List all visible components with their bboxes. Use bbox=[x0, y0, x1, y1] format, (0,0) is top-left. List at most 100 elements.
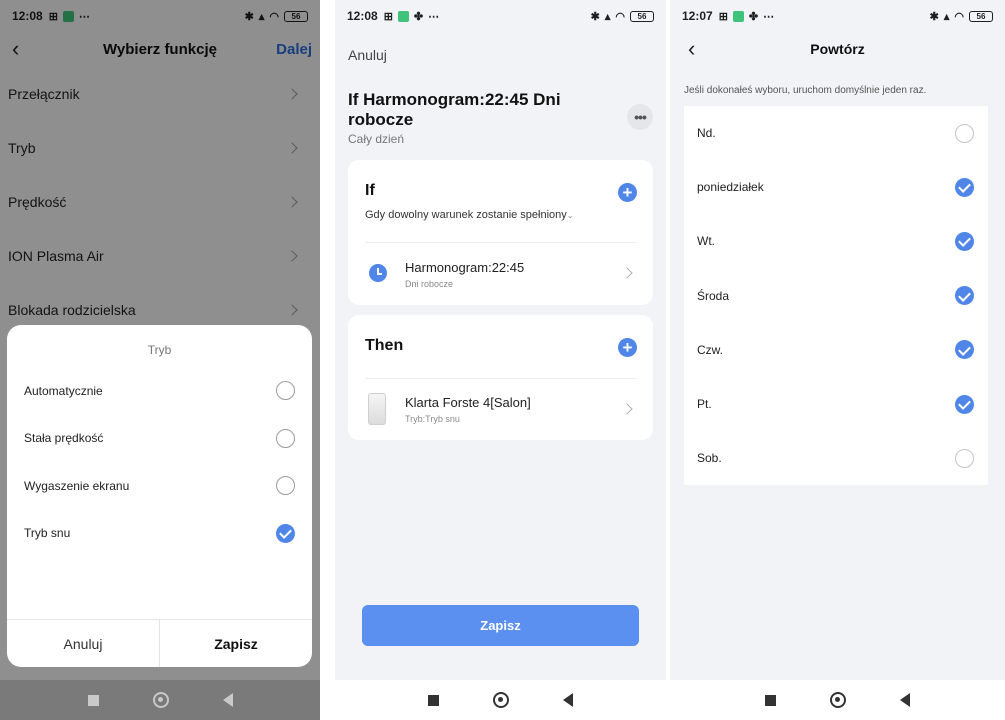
status-icons: ✱ ▴ ◠ 56 bbox=[591, 10, 654, 23]
day-row-tuesday[interactable]: Wt. bbox=[684, 214, 988, 268]
day-row-thursday[interactable]: Czw. bbox=[684, 323, 988, 377]
radio-unchecked-icon[interactable] bbox=[276, 428, 295, 448]
system-nav-bar bbox=[0, 680, 320, 720]
day-label: Pt. bbox=[697, 397, 712, 412]
signal-icon: ▴ bbox=[943, 10, 950, 23]
recents-icon[interactable] bbox=[428, 694, 439, 706]
option-label: Wygaszenie ekranu bbox=[24, 478, 130, 493]
checkbox-checked-icon[interactable] bbox=[955, 394, 974, 414]
chevron-down-icon: ⌄ bbox=[566, 211, 574, 220]
cancel-button[interactable]: Anuluj bbox=[7, 620, 159, 667]
mode-option-auto[interactable]: Automatycznie bbox=[7, 367, 312, 415]
day-label: Wt. bbox=[697, 234, 715, 249]
condition-mode-dropdown[interactable]: Gdy dowolny warunek zostanie spełniony⌄ bbox=[365, 209, 573, 221]
day-label: poniedziałek bbox=[697, 180, 764, 195]
clock-icon bbox=[369, 264, 387, 282]
checkbox-checked-icon[interactable] bbox=[955, 177, 974, 197]
more-options-button[interactable]: ••• bbox=[627, 104, 653, 130]
more-dots-icon: ⋯ bbox=[428, 10, 440, 23]
system-nav-bar bbox=[335, 680, 666, 720]
save-button[interactable]: Zapisz bbox=[159, 620, 312, 667]
radio-unchecked-icon[interactable] bbox=[276, 476, 295, 496]
automation-editor-screen: 12:08 ⊞ ✤ ⋯ ✱ ▴ ◠ 56 Anuluj If Harmonogram:22… bbox=[335, 0, 666, 720]
checkbox-checked-icon[interactable] bbox=[955, 231, 974, 251]
action-title: Klarta Forste 4[Salon] bbox=[405, 395, 531, 410]
function-picker-screen: 12:08 ⊞ ⋯ ✱ ▴ ◠ 56 ‹ Wybierz funkcję Dalej P… bbox=[0, 0, 320, 720]
notification-icons: ⊞ ✤ ⋯ bbox=[384, 10, 439, 23]
scene-subtitle: Cały dzień bbox=[348, 132, 405, 146]
mode-bottom-sheet: Tryb Automatycznie Stała prędkość Wygasz… bbox=[7, 325, 312, 667]
days-list: Nd. poniedziałek Wt. Środa Czw. Pt. Sob. bbox=[684, 106, 988, 485]
shield-icon bbox=[397, 10, 409, 22]
mode-options: Automatycznie Stała prędkość Wygaszenie … bbox=[7, 367, 312, 557]
mode-option-screen-off[interactable]: Wygaszenie ekranu bbox=[7, 462, 312, 510]
option-label: Stała prędkość bbox=[24, 431, 104, 446]
action-row[interactable]: Klarta Forste 4[Salon] Tryb:Tryb snu bbox=[348, 379, 653, 439]
sheet-footer: Anuluj Zapisz bbox=[7, 619, 312, 667]
header: ‹ Powtórz bbox=[670, 32, 1005, 66]
air-purifier-icon bbox=[368, 393, 386, 425]
condition-row[interactable]: Harmonogram:22:45 Dni robocze bbox=[348, 243, 653, 303]
then-card: Then + Klarta Forste 4[Salon] Tryb:Tryb … bbox=[348, 315, 653, 440]
repeat-screen: 12:07 ⊞ ✤ ⋯ ✱ ▴ ◠ 56 ‹ Powtórz Jeśli dokonałe… bbox=[670, 0, 1005, 720]
option-label: Automatycznie bbox=[24, 383, 103, 398]
condition-title: Harmonogram:22:45 bbox=[405, 260, 525, 275]
page-title: Powtórz bbox=[810, 41, 865, 57]
day-row-monday[interactable]: poniedziałek bbox=[684, 160, 988, 214]
add-action-button[interactable]: + bbox=[618, 338, 637, 357]
battery-icon: 56 bbox=[630, 10, 654, 22]
status-icons: ✱ ▴ ◠ 56 bbox=[930, 10, 993, 23]
wifi-icon: ◠ bbox=[954, 10, 964, 23]
day-label: Sob. bbox=[697, 451, 722, 466]
fan-icon: ✤ bbox=[748, 10, 759, 23]
back-triangle-icon[interactable] bbox=[222, 693, 233, 707]
back-icon[interactable]: ‹ bbox=[688, 38, 695, 60]
grid-icon: ⊞ bbox=[383, 10, 393, 23]
more-dots-icon: ⋯ bbox=[763, 10, 775, 23]
bluetooth-icon: ✱ bbox=[929, 10, 939, 23]
cancel-link[interactable]: Anuluj bbox=[348, 47, 387, 63]
status-time: 12:07 bbox=[682, 9, 713, 23]
day-row-wednesday[interactable]: Środa bbox=[684, 269, 988, 323]
save-button[interactable]: Zapisz bbox=[362, 605, 639, 646]
sheet-title: Tryb bbox=[147, 343, 172, 357]
condition-subtitle: Dni robocze bbox=[405, 279, 454, 289]
recents-icon[interactable] bbox=[87, 694, 99, 706]
if-heading: If bbox=[365, 182, 375, 199]
fan-icon: ✤ bbox=[413, 10, 424, 23]
scene-title: If Harmonogram:22:45 Dni robocze bbox=[348, 90, 561, 129]
home-icon[interactable] bbox=[493, 692, 509, 708]
add-condition-button[interactable]: + bbox=[618, 183, 637, 202]
day-label: Czw. bbox=[697, 342, 724, 357]
home-icon[interactable] bbox=[152, 692, 169, 708]
condition-mode-label: Gdy dowolny warunek zostanie spełniony bbox=[365, 209, 567, 221]
checkbox-checked-icon[interactable] bbox=[955, 340, 974, 360]
then-heading: Then bbox=[365, 337, 404, 354]
mode-option-constant-speed[interactable]: Stała prędkość bbox=[7, 415, 312, 463]
repeat-hint: Jeśli dokonałeś wyboru, uruchom domyślni… bbox=[684, 85, 927, 96]
checkbox-checked-icon[interactable] bbox=[955, 286, 974, 306]
notification-icons: ⊞ ✤ ⋯ bbox=[719, 10, 774, 23]
action-subtitle: Tryb:Tryb snu bbox=[405, 414, 460, 424]
home-icon[interactable] bbox=[830, 692, 846, 708]
chevron-right-icon bbox=[621, 403, 633, 415]
radio-checked-icon[interactable] bbox=[276, 523, 295, 543]
mode-option-sleep[interactable]: Tryb snu bbox=[7, 510, 312, 558]
checkbox-unchecked-icon[interactable] bbox=[955, 123, 974, 143]
status-bar: 12:08 ⊞ ✤ ⋯ ✱ ▴ ◠ 56 bbox=[335, 0, 666, 32]
back-triangle-icon[interactable] bbox=[563, 693, 573, 707]
system-nav-bar bbox=[670, 680, 1005, 720]
radio-unchecked-icon[interactable] bbox=[276, 381, 295, 401]
day-row-sunday[interactable]: Nd. bbox=[684, 106, 988, 160]
recents-icon[interactable] bbox=[765, 694, 776, 706]
day-row-saturday[interactable]: Sob. bbox=[684, 431, 988, 485]
day-row-friday[interactable]: Pt. bbox=[684, 377, 988, 431]
chevron-right-icon bbox=[621, 267, 633, 279]
wifi-icon: ◠ bbox=[615, 10, 625, 23]
checkbox-unchecked-icon[interactable] bbox=[955, 448, 974, 468]
back-triangle-icon[interactable] bbox=[900, 693, 910, 707]
status-time: 12:08 bbox=[347, 9, 378, 23]
bluetooth-icon: ✱ bbox=[590, 10, 600, 23]
signal-icon: ▴ bbox=[604, 10, 611, 23]
status-bar: 12:07 ⊞ ✤ ⋯ ✱ ▴ ◠ 56 bbox=[670, 0, 1005, 32]
